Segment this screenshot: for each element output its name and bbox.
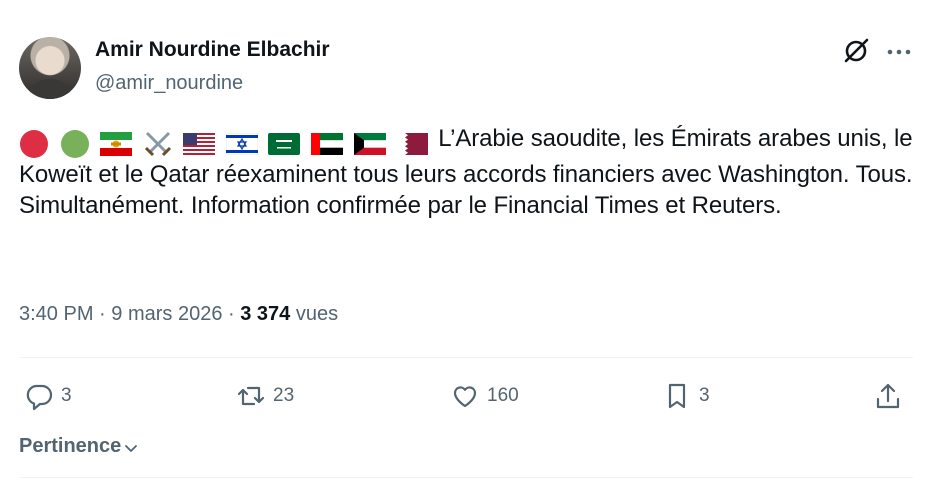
emoji-row xyxy=(19,127,432,159)
reply-count: 3 xyxy=(61,385,72,406)
bookmark-button[interactable]: 3 xyxy=(662,378,710,414)
sort-replies-dropdown[interactable]: Pertinence xyxy=(19,432,139,460)
share-button[interactable] xyxy=(873,378,910,414)
chevron-down-icon xyxy=(125,444,138,452)
tweet-time[interactable]: 3:40 PM xyxy=(19,303,93,325)
israel-flag-icon xyxy=(225,132,258,155)
more-options-icon[interactable] xyxy=(886,42,912,62)
red-circle-icon xyxy=(20,129,48,158)
meta-separator: · xyxy=(93,303,112,325)
uae-flag-icon xyxy=(311,132,344,155)
tweet-meta: 3:40 PM · 9 mars 2026 · 3 374 vues xyxy=(19,300,338,328)
reply-button[interactable]: 3 xyxy=(24,378,72,414)
meta-separator: · xyxy=(222,303,241,325)
iran-lion-sun-flag-icon xyxy=(100,131,133,156)
like-button[interactable]: 160 xyxy=(450,378,519,414)
avatar[interactable] xyxy=(19,37,81,99)
share-icon xyxy=(876,383,900,409)
views-label: vues xyxy=(290,303,339,325)
heart-icon xyxy=(453,386,477,408)
tweet-date[interactable]: 9 mars 2026 xyxy=(111,303,222,325)
grok-icon[interactable] xyxy=(842,37,870,65)
us-flag-icon xyxy=(183,132,216,155)
bookmark-icon xyxy=(668,383,686,409)
kuwait-flag-icon xyxy=(353,132,386,155)
author-display-name[interactable]: Amir Nourdine Elbachir xyxy=(95,37,330,63)
tweet-body: L’Arabie saoudite, les Émirats arabes un… xyxy=(19,123,919,221)
repost-button[interactable]: 23 xyxy=(236,378,294,414)
repost-count: 23 xyxy=(273,385,295,406)
bookmark-count: 3 xyxy=(699,385,710,406)
views-count: 3 374 xyxy=(240,303,291,325)
author-handle[interactable]: @amir_nourdine xyxy=(95,70,243,96)
divider xyxy=(19,477,913,478)
qatar-flag-icon xyxy=(396,132,429,155)
saudi-arabia-flag-icon xyxy=(268,132,301,155)
reply-icon xyxy=(26,384,53,411)
repost-icon xyxy=(237,386,265,406)
like-count: 160 xyxy=(487,385,519,406)
sort-label: Pertinence xyxy=(19,435,122,457)
divider xyxy=(19,357,913,358)
green-circle-icon xyxy=(60,129,89,158)
crossed-swords-icon xyxy=(144,131,171,156)
